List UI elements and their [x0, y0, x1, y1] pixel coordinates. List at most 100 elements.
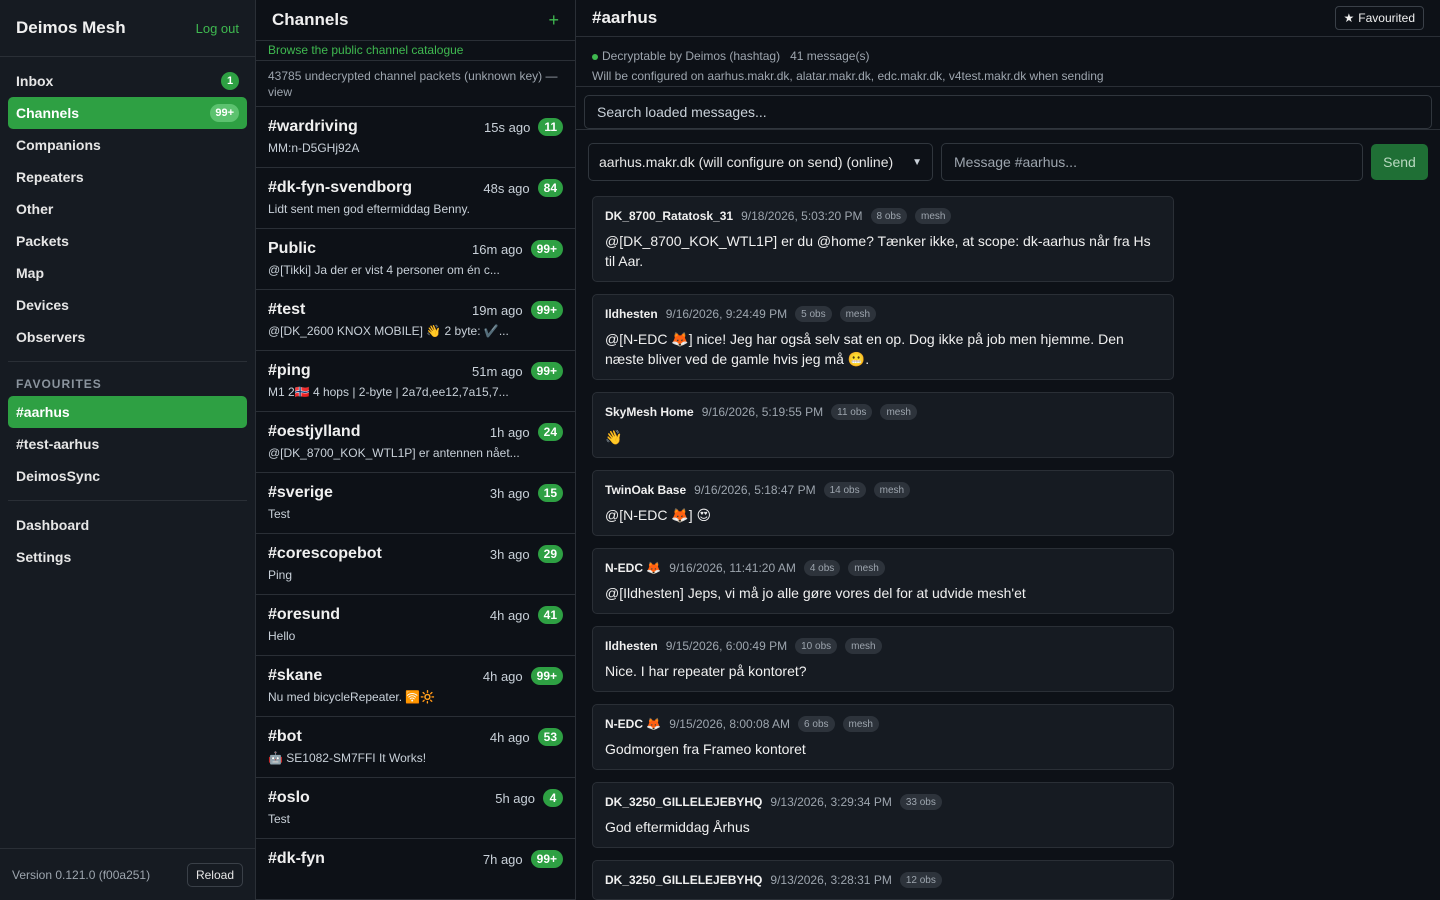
message-card[interactable]: Ildhesten 9/15/2026, 6:00:49 PM 10 obs mesh…	[592, 626, 1174, 692]
channel-item[interactable]: #corescopebot 3h ago 29 Ping	[256, 534, 575, 595]
channel-item[interactable]: #oresund 4h ago 41 Hello	[256, 595, 575, 656]
route-tag: mesh	[842, 716, 879, 732]
nav-item-repeaters[interactable]: Repeaters	[8, 161, 247, 193]
message-header: SkyMesh Home 9/16/2026, 5:19:55 PM 11 obs m…	[605, 403, 1161, 421]
message-card[interactable]: N-EDC 🦊 9/16/2026, 11:41:20 AM 4 obs mesh @[…	[592, 548, 1174, 614]
nav-item-other[interactable]: Other	[8, 193, 247, 225]
route-select[interactable]: aarhus.makr.dk (will configure on send) …	[588, 143, 933, 181]
plus-icon[interactable]: +	[548, 11, 559, 29]
send-button[interactable]: Send	[1371, 144, 1428, 180]
channel-name: #oslo	[268, 789, 310, 806]
favourite-button[interactable]: ★ Favourited	[1334, 6, 1424, 30]
route-tag: mesh	[915, 208, 952, 224]
obs-badge: 33 obs	[899, 794, 942, 810]
message-card[interactable]: DK_8700_Ratatosk_31 9/18/2026, 5:03:20 PM…	[592, 196, 1174, 282]
message-timestamp: 9/15/2026, 6:00:49 PM	[665, 639, 788, 653]
message-header: Ildhesten 9/16/2026, 9:24:49 PM 5 obs mesh	[605, 305, 1161, 323]
channel-meta: 51m ago 99+	[472, 362, 563, 380]
channel-item[interactable]: #dk-fyn 7h ago 99+	[256, 839, 575, 900]
message-input[interactable]	[941, 143, 1363, 181]
nav-item-channels[interactable]: Channels 99+	[8, 97, 247, 129]
channel-item[interactable]: #dk-fyn-svendborg 48s ago 84 Lidt sent men …	[256, 168, 575, 229]
channel-item[interactable]: #test 19m ago 99+ @[DK_2600 KNOX MOBILE] 👋 …	[256, 290, 575, 351]
nav-item-devices[interactable]: Devices	[8, 289, 247, 321]
message-text: @[N-EDC 🦊] 😍	[605, 507, 712, 523]
message-sender: DK_3250_GILLELEJEBYHQ	[605, 873, 763, 887]
message-card[interactable]: TwinOak Base 9/16/2026, 5:18:47 PM 14 obs m…	[592, 470, 1174, 536]
favourite-item-test-aarhus[interactable]: #test-aarhus	[8, 428, 247, 460]
channel-item[interactable]: #oestjylland 1h ago 24 @[DK_8700_KOK_WTL1P]…	[256, 412, 575, 473]
channel-name: #oresund	[268, 606, 341, 623]
message-header: DK_3250_GILLELEJEBYHQ 9/13/2026, 3:28:31 …	[605, 871, 1161, 889]
unread-badge: 1	[221, 72, 239, 90]
nav-item-dashboard[interactable]: Dashboard	[8, 509, 247, 541]
channel-preview: MM:n-D5GHj92A	[268, 141, 360, 155]
message-card[interactable]: DK_3250_GILLELEJEBYHQ 9/13/2026, 3:29:34 …	[592, 782, 1174, 848]
channel-item[interactable]: #ping 51m ago 99+ M1 2🇳🇴 4 hops | 2-byte | …	[256, 351, 575, 412]
message-timestamp: 9/16/2026, 5:19:55 PM	[701, 405, 824, 419]
channel-item-row: #corescopebot 3h ago 29	[268, 543, 563, 565]
message-card[interactable]: DK_3250_GILLELEJEBYHQ 9/13/2026, 3:28:31 …	[592, 860, 1174, 900]
channel-item-row: #dk-fyn 7h ago 99+	[268, 848, 563, 870]
nav-item-label: Settings	[16, 549, 72, 565]
channel-meta: 16m ago 99+	[472, 240, 563, 258]
channel-item[interactable]: #oslo 5h ago 4 Test	[256, 778, 575, 839]
channel-item-row: #oslo 5h ago 4	[268, 787, 563, 809]
nav-item-settings[interactable]: Settings	[8, 541, 247, 573]
nav-item-map[interactable]: Map	[8, 257, 247, 289]
channel-item[interactable]: #bot 4h ago 53 🤖 SE1082-SM7FFI It Works!	[256, 717, 575, 778]
channel-item[interactable]: #skane 4h ago 99+ Nu med bicycleRepeater. 🛜…	[256, 656, 575, 717]
channel-name: #dk-fyn-svendborg	[268, 179, 413, 196]
favourite-item-deimossync[interactable]: DeimosSync	[8, 460, 247, 492]
channel-meta: 4h ago 99+	[483, 667, 563, 685]
main-nav: Inbox 1 Channels 99+ Companions Repeater…	[0, 57, 255, 573]
favourite-label: #aarhus	[16, 404, 70, 420]
message-text: @[N-EDC 🦊] nice! Jeg har også selv sat e…	[605, 331, 1124, 367]
channel-item[interactable]: #wardriving 15s ago 11 MM:n-D5GHj92A	[256, 107, 575, 168]
channel-preview: Test	[268, 812, 291, 826]
message-header: Ildhesten 9/15/2026, 6:00:49 PM 10 obs mesh	[605, 637, 1161, 655]
unread-badge: 15	[537, 484, 563, 502]
browse-catalogue-link[interactable]: Browse the public channel catalogue	[256, 41, 575, 61]
reload-button[interactable]: Reload	[186, 862, 243, 887]
sidebar-footer: Version 0.121.0 (f00a251) Reload	[0, 848, 255, 900]
route-tag: mesh	[839, 306, 877, 322]
channel-item[interactable]: #sverige 3h ago 15 Test	[256, 473, 575, 534]
search-input[interactable]	[584, 95, 1432, 129]
undecrypted-packets-link[interactable]: 43785 undecrypted channel packets (unkno…	[256, 61, 575, 107]
message-timestamp: 9/18/2026, 5:03:20 PM	[741, 209, 863, 223]
channel-preview: Ping	[268, 568, 293, 582]
message-card[interactable]: Ildhesten 9/16/2026, 9:24:49 PM 5 obs mesh @…	[592, 294, 1174, 380]
logout-link[interactable]: Log out	[196, 21, 239, 36]
status-dot-icon	[592, 53, 598, 60]
route-tag: mesh	[880, 404, 917, 420]
nav-item-companions[interactable]: Companions	[8, 129, 247, 161]
obs-badge: 8 obs	[870, 208, 907, 224]
obs-badge: 12 obs	[899, 872, 942, 888]
message-list: DK_8700_Ratatosk_31 9/18/2026, 5:03:20 PM…	[576, 181, 1440, 900]
nav-item-observers[interactable]: Observers	[8, 321, 247, 353]
message-sender: Ildhesten	[605, 307, 658, 321]
nav-item-inbox[interactable]: Inbox 1	[8, 65, 247, 97]
channel-preview: Nu med bicycleRepeater. 🛜🔆	[268, 690, 436, 704]
star-icon: ★	[1343, 11, 1355, 25]
channel-time: 19m ago	[472, 302, 523, 318]
message-sender: DK_3250_GILLELEJEBYHQ	[605, 795, 763, 809]
divider	[8, 500, 247, 501]
nav-item-packets[interactable]: Packets	[8, 225, 247, 257]
nav-item-label: Repeaters	[16, 169, 84, 185]
message-sender: Ildhesten	[605, 639, 658, 653]
message-sender: TwinOak Base	[605, 483, 687, 497]
message-card[interactable]: SkyMesh Home 9/16/2026, 5:19:55 PM 11 obs m…	[592, 392, 1174, 458]
message-text: God eftermiddag Århus	[605, 819, 750, 835]
message-text: 👋	[605, 429, 623, 445]
channel-item[interactable]: Public 16m ago 99+ @[Tikki] Ja der er vist …	[256, 229, 575, 290]
message-header: TwinOak Base 9/16/2026, 5:18:47 PM 14 obs m…	[605, 481, 1161, 499]
channel-time: 7h ago	[482, 851, 523, 867]
channel-meta: 7h ago 99+	[483, 850, 563, 868]
obs-badge: 4 obs	[803, 560, 841, 576]
message-card[interactable]: N-EDC 🦊 9/15/2026, 8:00:08 AM 6 obs mesh God…	[592, 704, 1174, 770]
channel-meta: 15s ago 11	[484, 118, 563, 136]
channel-time: 4h ago	[489, 729, 530, 745]
favourite-item-aarhus[interactable]: #aarhus	[8, 396, 247, 428]
